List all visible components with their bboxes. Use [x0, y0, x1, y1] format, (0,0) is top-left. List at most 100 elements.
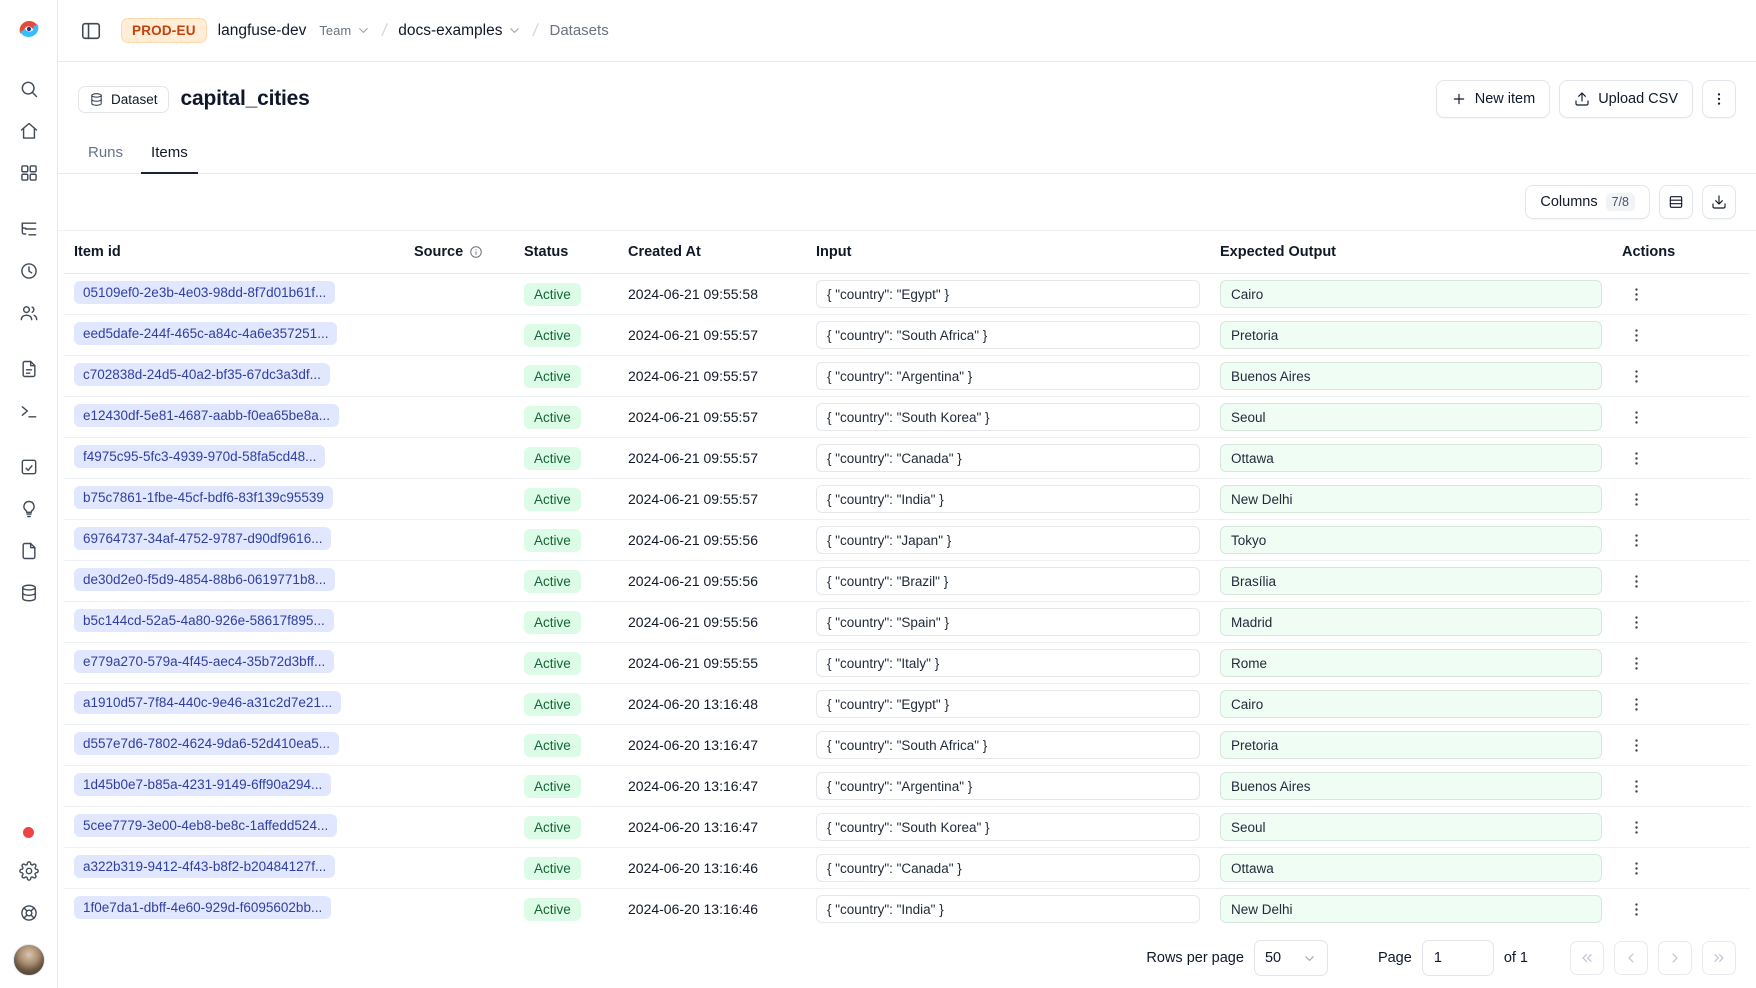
table-row[interactable]: 1d45b0e7-b85a-4231-9149-6ff90a294... Act… [64, 766, 1750, 807]
col-header-source[interactable]: Source [404, 231, 514, 274]
item-id-link[interactable]: f4975c95-5fc3-4939-970d-58fa5cd48... [74, 445, 325, 468]
row-height-button[interactable] [1659, 185, 1693, 219]
row-actions-button[interactable] [1622, 444, 1650, 472]
item-id-link[interactable]: de30d2e0-f5d9-4854-88b6-0619771b8... [74, 568, 335, 591]
project-selector[interactable]: docs-examples [398, 22, 522, 40]
table-row[interactable]: 1f0e7da1-dbff-4e60-929d-f6095602bb... Ac… [64, 889, 1750, 928]
lightbulb-icon[interactable] [11, 491, 47, 527]
first-page-button[interactable] [1570, 941, 1604, 975]
col-header-actions: Actions [1612, 231, 1750, 274]
breadcrumb-project-name: docs-examples [398, 22, 502, 40]
breadcrumb-section[interactable]: Datasets [550, 22, 609, 39]
item-id-link[interactable]: b5c144cd-52a5-4a80-926e-58617f895... [74, 609, 334, 632]
table-row[interactable]: de30d2e0-f5d9-4854-88b6-0619771b8... Act… [64, 561, 1750, 602]
org-selector[interactable]: Team [317, 23, 371, 38]
row-actions-button[interactable] [1622, 321, 1650, 349]
record-dot[interactable] [23, 827, 34, 838]
table-row[interactable]: a1910d57-7f84-440c-9e46-a31c2d7e21... Ac… [64, 684, 1750, 725]
row-actions-button[interactable] [1622, 649, 1650, 677]
item-id-link[interactable]: 1d45b0e7-b85a-4231-9149-6ff90a294... [74, 773, 331, 796]
row-actions-button[interactable] [1622, 526, 1650, 554]
table-row[interactable]: 05109ef0-2e3b-4e03-98dd-8f7d01b61f... Ac… [64, 274, 1750, 315]
tracing-list-icon[interactable] [11, 211, 47, 247]
col-header-expected-output[interactable]: Expected Output [1210, 231, 1612, 274]
item-id-link[interactable]: 69764737-34af-4752-9787-d90df9616... [74, 527, 331, 550]
row-actions-button[interactable] [1622, 690, 1650, 718]
table-row[interactable]: e779a270-579a-4f45-aec4-35b72d3bff... Ac… [64, 643, 1750, 684]
row-actions-button[interactable] [1622, 403, 1650, 431]
table-row[interactable]: c702838d-24d5-40a2-bf35-67dc3a3df... Act… [64, 356, 1750, 397]
created-at-cell: 2024-06-21 09:55:56 [618, 602, 806, 643]
item-id-link[interactable]: 1f0e7da1-dbff-4e60-929d-f6095602bb... [74, 896, 331, 919]
col-header-status[interactable]: Status [514, 231, 618, 274]
evaluation-icon[interactable] [11, 449, 47, 485]
langfuse-logo[interactable] [12, 12, 46, 46]
item-id-link[interactable]: 05109ef0-2e3b-4e03-98dd-8f7d01b61f... [74, 281, 335, 304]
user-avatar[interactable] [13, 944, 45, 976]
row-actions-button[interactable] [1622, 485, 1650, 513]
item-id-cell: b5c144cd-52a5-4a80-926e-58617f895... [64, 602, 404, 643]
page-number-input[interactable] [1422, 940, 1494, 976]
row-actions-button[interactable] [1622, 608, 1650, 636]
table-row[interactable]: eed5dafe-244f-465c-a84c-4a6e357251... Ac… [64, 315, 1750, 356]
item-id-link[interactable]: a1910d57-7f84-440c-9e46-a31c2d7e21... [74, 691, 341, 714]
item-id-link[interactable]: e12430df-5e81-4687-aabb-f0ea65be8a... [74, 404, 339, 427]
item-id-link[interactable]: d557e7d6-7802-4624-9da6-52d410ea5... [74, 732, 339, 755]
support-lifebuoy-icon[interactable] [11, 895, 47, 931]
item-id-link[interactable]: 5cee7779-3e00-4eb8-be8c-1affedd524... [74, 814, 337, 837]
previous-page-button[interactable] [1614, 941, 1648, 975]
table-row[interactable]: f4975c95-5fc3-4939-970d-58fa5cd48... Act… [64, 438, 1750, 479]
sidebar-toggle-icon[interactable] [78, 18, 104, 44]
datasets-database-icon[interactable] [11, 575, 47, 611]
annotation-file-icon[interactable] [11, 533, 47, 569]
item-id-link[interactable]: b75c7861-1fbe-45cf-bdf6-83f139c95539 [74, 486, 333, 509]
breadcrumb-org-name[interactable]: langfuse-dev [218, 22, 307, 40]
users-icon[interactable] [11, 295, 47, 331]
tab-items[interactable]: Items [141, 134, 198, 174]
row-actions-button[interactable] [1622, 280, 1650, 308]
row-actions-button[interactable] [1622, 895, 1650, 923]
row-actions-button[interactable] [1622, 854, 1650, 882]
rows-per-page-select[interactable]: 50 [1254, 940, 1328, 976]
more-actions-button[interactable] [1702, 80, 1736, 118]
new-item-label: New item [1475, 91, 1535, 107]
table-row[interactable]: b5c144cd-52a5-4a80-926e-58617f895... Act… [64, 602, 1750, 643]
settings-gear-icon[interactable] [11, 853, 47, 889]
dashboard-grid-icon[interactable] [11, 155, 47, 191]
table-row[interactable]: e12430df-5e81-4687-aabb-f0ea65be8a... Ac… [64, 397, 1750, 438]
input-value-box: { "country": "Egypt" } [816, 280, 1200, 308]
col-header-item-id[interactable]: Item id [64, 231, 404, 274]
export-button[interactable] [1702, 185, 1736, 219]
row-actions-button[interactable] [1622, 813, 1650, 841]
table-row[interactable]: a322b319-9412-4f43-b8f2-b20484127f... Ac… [64, 848, 1750, 889]
item-id-link[interactable]: a322b319-9412-4f43-b8f2-b20484127f... [74, 855, 335, 878]
row-actions-button[interactable] [1622, 567, 1650, 595]
table-row[interactable]: b75c7861-1fbe-45cf-bdf6-83f139c95539 Act… [64, 479, 1750, 520]
input-cell: { "country": "South Africa" } [806, 315, 1210, 356]
info-icon[interactable] [469, 245, 483, 259]
dataset-type-badge: Dataset [78, 86, 169, 113]
playground-terminal-icon[interactable] [11, 393, 47, 429]
row-actions-button[interactable] [1622, 362, 1650, 390]
sessions-clock-icon[interactable] [11, 253, 47, 289]
search-icon[interactable] [11, 71, 47, 107]
last-page-button[interactable] [1702, 941, 1736, 975]
row-actions-button[interactable] [1622, 731, 1650, 759]
main-content: PROD-EU langfuse-dev Team / docs-example… [58, 0, 1756, 988]
row-actions-button[interactable] [1622, 772, 1650, 800]
prompts-file-icon[interactable] [11, 351, 47, 387]
tab-runs[interactable]: Runs [78, 134, 133, 174]
table-row[interactable]: 5cee7779-3e00-4eb8-be8c-1affedd524... Ac… [64, 807, 1750, 848]
home-icon[interactable] [11, 113, 47, 149]
table-row[interactable]: d557e7d6-7802-4624-9da6-52d410ea5... Act… [64, 725, 1750, 766]
upload-csv-button[interactable]: Upload CSV [1559, 80, 1693, 118]
new-item-button[interactable]: New item [1436, 80, 1550, 118]
col-header-input[interactable]: Input [806, 231, 1210, 274]
next-page-button[interactable] [1658, 941, 1692, 975]
item-id-link[interactable]: eed5dafe-244f-465c-a84c-4a6e357251... [74, 322, 337, 345]
table-row[interactable]: 69764737-34af-4752-9787-d90df9616... Act… [64, 520, 1750, 561]
col-header-created-at[interactable]: Created At [618, 231, 806, 274]
columns-button[interactable]: Columns 7/8 [1525, 185, 1650, 219]
item-id-link[interactable]: e779a270-579a-4f45-aec4-35b72d3bff... [74, 650, 334, 673]
item-id-link[interactable]: c702838d-24d5-40a2-bf35-67dc3a3df... [74, 363, 330, 386]
